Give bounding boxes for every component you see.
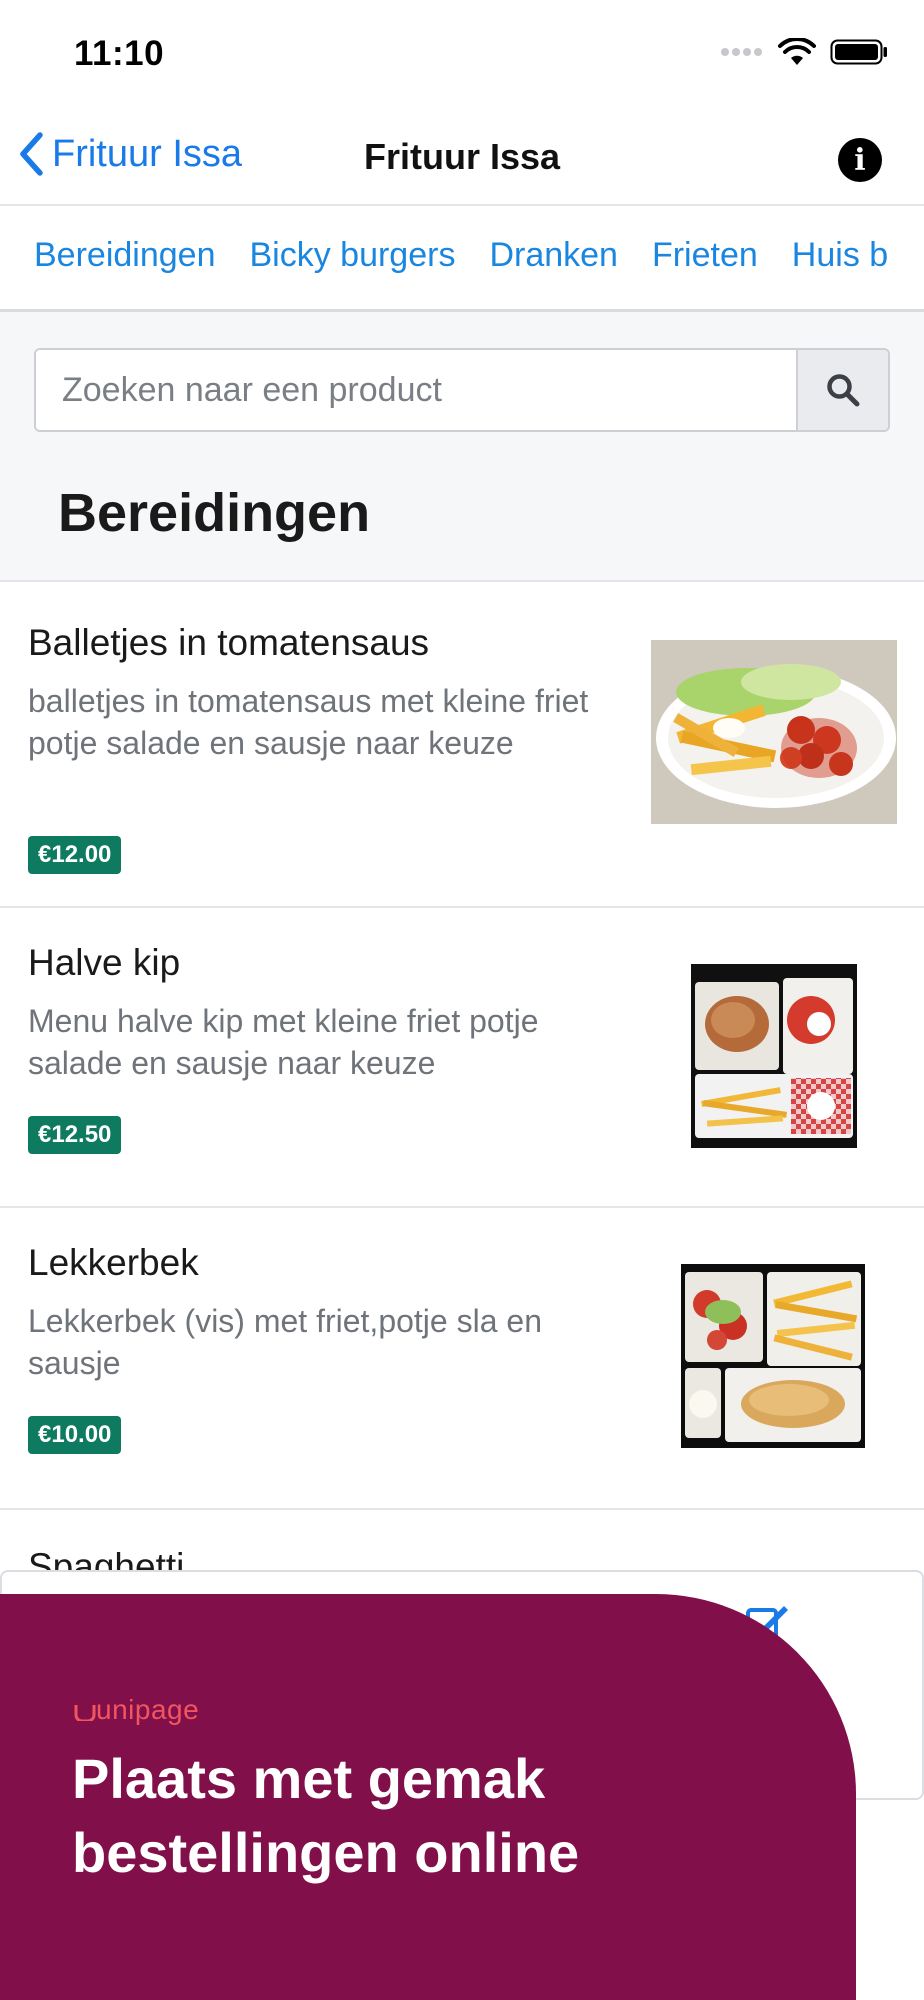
price-badge: €10.00	[28, 1416, 122, 1454]
product-name: Balletjes in tomatensaus	[28, 622, 430, 663]
status-bar: 11:10	[0, 0, 924, 110]
brand-mark-icon	[74, 1705, 96, 1723]
tab-bicky-burgers[interactable]: Bicky burgers	[249, 236, 455, 275]
category-tabs: Bereidingen Bicky burgers Dranken Frieten Hu…	[0, 208, 924, 312]
product-image	[691, 964, 857, 1148]
search-area: Bereidingen	[0, 312, 924, 582]
status-time: 11:10	[74, 34, 165, 73]
promo-banner: unipage Plaats met gemak bestellingen on…	[0, 1594, 856, 2000]
search-icon	[827, 374, 860, 407]
section-heading: Bereidingen	[58, 483, 371, 543]
navigation-bar: Frituur Issa Frituur Issa i	[0, 110, 924, 206]
product-image	[651, 640, 897, 824]
product-name: Lekkerbek	[28, 1242, 199, 1283]
search-input[interactable]	[36, 350, 796, 430]
product-image	[681, 1264, 865, 1448]
brand-logo: unipage	[74, 1694, 199, 1726]
price-badge: €12.50	[28, 1116, 122, 1154]
product-description: Lekkerbek (vis) met friet,potje sla en s…	[28, 1303, 542, 1381]
product-description: Menu halve kip met kleine friet potje sa…	[28, 1003, 539, 1081]
product-description: balletjes in tomatensaus met kleine frie…	[28, 683, 589, 761]
product-item[interactable]: Lekkerbek Lekkerbek (vis) met friet,potj…	[0, 1208, 924, 1510]
tab-huis[interactable]: Huis b	[792, 236, 888, 275]
search-box	[34, 348, 890, 432]
status-icons	[720, 38, 888, 66]
product-item[interactable]: Halve kip Menu halve kip met kleine frie…	[0, 908, 924, 1208]
product-item[interactable]: Balletjes in tomatensaus balletjes in to…	[0, 584, 924, 908]
price-badge: €12.00	[28, 836, 122, 874]
tab-dranken[interactable]: Dranken	[489, 236, 618, 275]
tab-bereidingen[interactable]: Bereidingen	[34, 236, 215, 275]
info-icon[interactable]: i	[838, 138, 882, 182]
signal-icon	[721, 48, 762, 56]
battery-icon	[830, 39, 887, 65]
search-button[interactable]	[796, 350, 888, 430]
brand-name: unipage	[96, 1694, 200, 1725]
page-title: Frituur Issa	[363, 136, 561, 177]
product-name: Halve kip	[28, 942, 181, 983]
promo-headline: Plaats met gemak bestellingen online	[72, 1747, 580, 1884]
tab-frieten[interactable]: Frieten	[652, 236, 758, 275]
wifi-icon	[778, 38, 816, 65]
